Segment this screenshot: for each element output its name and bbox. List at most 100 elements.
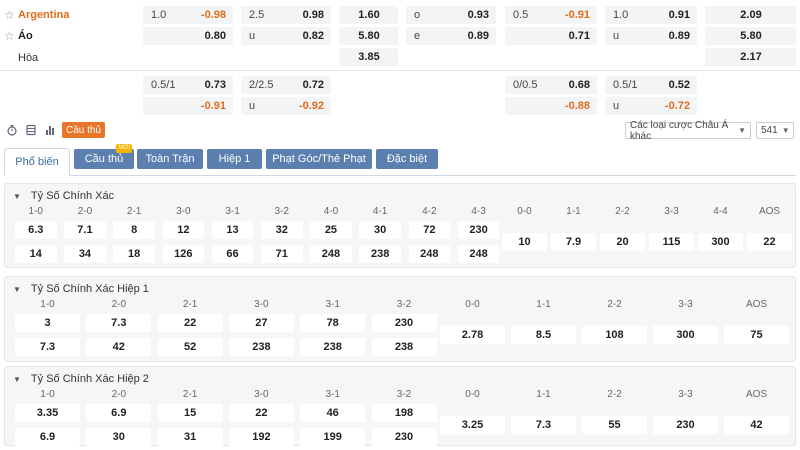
- odds-cell[interactable]: 192: [228, 428, 294, 446]
- chart-icon[interactable]: [43, 123, 57, 137]
- market-count-select[interactable]: 541 ▼: [756, 122, 794, 139]
- odds-cell[interactable]: 0.80: [143, 27, 233, 45]
- odds-cell[interactable]: u 0.82: [241, 27, 331, 45]
- odds-cell[interactable]: 3.25: [440, 416, 505, 434]
- odds-cell[interactable]: 108: [582, 326, 647, 344]
- odds-cell[interactable]: u 0.89: [605, 27, 697, 45]
- odds-cell[interactable]: 3: [15, 314, 80, 332]
- odds-cell[interactable]: 20: [600, 233, 645, 251]
- odds-cell[interactable]: 7.3: [511, 416, 576, 434]
- odds-cell[interactable]: 34: [64, 245, 106, 263]
- odds-cell[interactable]: 300: [698, 233, 743, 251]
- odds-cell[interactable]: 126: [162, 245, 205, 263]
- odds-cell[interactable]: 0.5/1 0.73: [143, 76, 233, 94]
- odds-cell[interactable]: 22: [228, 404, 294, 422]
- section-header[interactable]: ▼ Tỷ Số Chính Xác Hiệp 2: [13, 373, 149, 385]
- odds-cell[interactable]: 238: [359, 245, 401, 263]
- player-filter-button[interactable]: Cầu thủ: [62, 122, 106, 138]
- odds-cell[interactable]: 7.9: [551, 233, 596, 251]
- odds-cell[interactable]: 42: [86, 338, 152, 356]
- odds-cell[interactable]: 15: [157, 404, 223, 422]
- odds-cell[interactable]: o 0.93: [406, 6, 496, 24]
- odds-cell[interactable]: 55: [582, 416, 647, 434]
- odds-cell[interactable]: 2.78: [440, 326, 505, 344]
- section-header[interactable]: ▼ Tỷ Số Chính Xác: [13, 190, 114, 202]
- timer-icon[interactable]: [5, 123, 19, 137]
- odds-cell[interactable]: 72: [408, 221, 451, 239]
- odds-cell[interactable]: 10: [502, 233, 547, 251]
- star-icon[interactable]: ☆: [4, 8, 18, 22]
- odds-cell[interactable]: 199: [300, 428, 366, 446]
- odds-cell[interactable]: 230: [371, 314, 437, 332]
- odds-cell[interactable]: 5.80: [339, 27, 398, 45]
- odds-cell[interactable]: 230: [653, 416, 718, 434]
- odds-cell[interactable]: 25: [310, 221, 352, 239]
- odds-cell[interactable]: 13: [211, 221, 254, 239]
- odds-cell[interactable]: 238: [371, 338, 437, 356]
- odds-cell[interactable]: 66: [211, 245, 254, 263]
- odds-cell[interactable]: 238: [228, 338, 294, 356]
- odds-cell[interactable]: 0.5 -0.91: [505, 6, 597, 24]
- odds-cell[interactable]: u -0.72: [605, 97, 697, 115]
- odds-cell[interactable]: 31: [157, 428, 223, 446]
- odds-cell[interactable]: 0/0.5 0.68: [505, 76, 597, 94]
- odds-cell[interactable]: 42: [724, 416, 789, 434]
- odds-cell[interactable]: 6.3: [15, 221, 57, 239]
- odds-cell[interactable]: 75: [724, 326, 789, 344]
- odds-cell[interactable]: 3.85: [339, 48, 398, 66]
- odds-cell[interactable]: 230: [457, 221, 500, 239]
- odds-cell[interactable]: 2/2.5 0.72: [241, 76, 331, 94]
- odds-cell[interactable]: 0.71: [505, 27, 597, 45]
- odds-cell[interactable]: 238: [300, 338, 366, 356]
- odds-cell[interactable]: 22: [157, 314, 223, 332]
- odds-cell[interactable]: 18: [113, 245, 155, 263]
- odds-cell[interactable]: 1.0 0.91: [605, 6, 697, 24]
- odds-cell[interactable]: 71: [261, 245, 303, 263]
- section-header[interactable]: ▼ Tỷ Số Chính Xác Hiệp 1: [13, 283, 149, 295]
- odds-cell[interactable]: 6.9: [15, 428, 80, 446]
- odds-cell[interactable]: 14: [15, 245, 57, 263]
- odds-cell[interactable]: 8.5: [511, 326, 576, 344]
- odds-cell[interactable]: -0.88: [505, 97, 597, 115]
- market-type-select[interactable]: Các loại cược Châu Á khác ▼: [625, 120, 751, 142]
- odds-cell[interactable]: 32: [261, 221, 303, 239]
- odds-cell[interactable]: u -0.92: [241, 97, 331, 115]
- odds-cell[interactable]: 7.3: [86, 314, 152, 332]
- odds-cell[interactable]: 198: [371, 404, 437, 422]
- odds-cell[interactable]: 7.3: [15, 338, 80, 356]
- odds-cell[interactable]: 27: [228, 314, 294, 332]
- tab-corners-cards[interactable]: Phạt Góc/Thẻ Phạt: [266, 149, 372, 169]
- odds-cell[interactable]: 248: [408, 245, 451, 263]
- odds-cell[interactable]: 1.60: [339, 6, 398, 24]
- odds-cell[interactable]: 230: [371, 428, 437, 446]
- odds-cell[interactable]: 1.0 -0.98: [143, 6, 233, 24]
- odds-cell[interactable]: 12: [162, 221, 205, 239]
- odds-cell[interactable]: 2.09: [705, 6, 796, 24]
- odds-cell[interactable]: 300: [653, 326, 718, 344]
- odds-cell[interactable]: 0.5/1 0.52: [605, 76, 697, 94]
- tab-special[interactable]: Đặc biệt: [376, 149, 438, 169]
- tab-full-match[interactable]: Toàn Trận: [137, 149, 203, 169]
- odds-cell[interactable]: 6.9: [86, 404, 152, 422]
- odds-cell[interactable]: 2.5 0.98: [241, 6, 331, 24]
- tab-players[interactable]: Cầu thủ MỚI: [74, 144, 134, 169]
- odds-cell[interactable]: 5.80: [705, 27, 796, 45]
- odds-cell[interactable]: 46: [300, 404, 366, 422]
- odds-cell[interactable]: 248: [457, 245, 500, 263]
- tab-popular[interactable]: Phổ biến: [4, 148, 70, 176]
- star-icon[interactable]: ☆: [4, 29, 18, 43]
- odds-cell[interactable]: 52: [157, 338, 223, 356]
- odds-cell[interactable]: 3.35: [15, 404, 80, 422]
- odds-cell[interactable]: 78: [300, 314, 366, 332]
- odds-cell[interactable]: e 0.89: [406, 27, 496, 45]
- odds-cell[interactable]: 115: [649, 233, 694, 251]
- tab-half-1[interactable]: Hiệp 1: [207, 149, 262, 169]
- team-row-away[interactable]: ☆ Áo: [4, 27, 33, 45]
- list-icon[interactable]: [24, 123, 38, 137]
- odds-cell[interactable]: 30: [86, 428, 152, 446]
- odds-cell[interactable]: 8: [113, 221, 155, 239]
- odds-cell[interactable]: -0.91: [143, 97, 233, 115]
- odds-cell[interactable]: 30: [359, 221, 401, 239]
- odds-cell[interactable]: 2.17: [705, 48, 796, 66]
- team-row-home[interactable]: ☆ Argentina: [4, 6, 69, 24]
